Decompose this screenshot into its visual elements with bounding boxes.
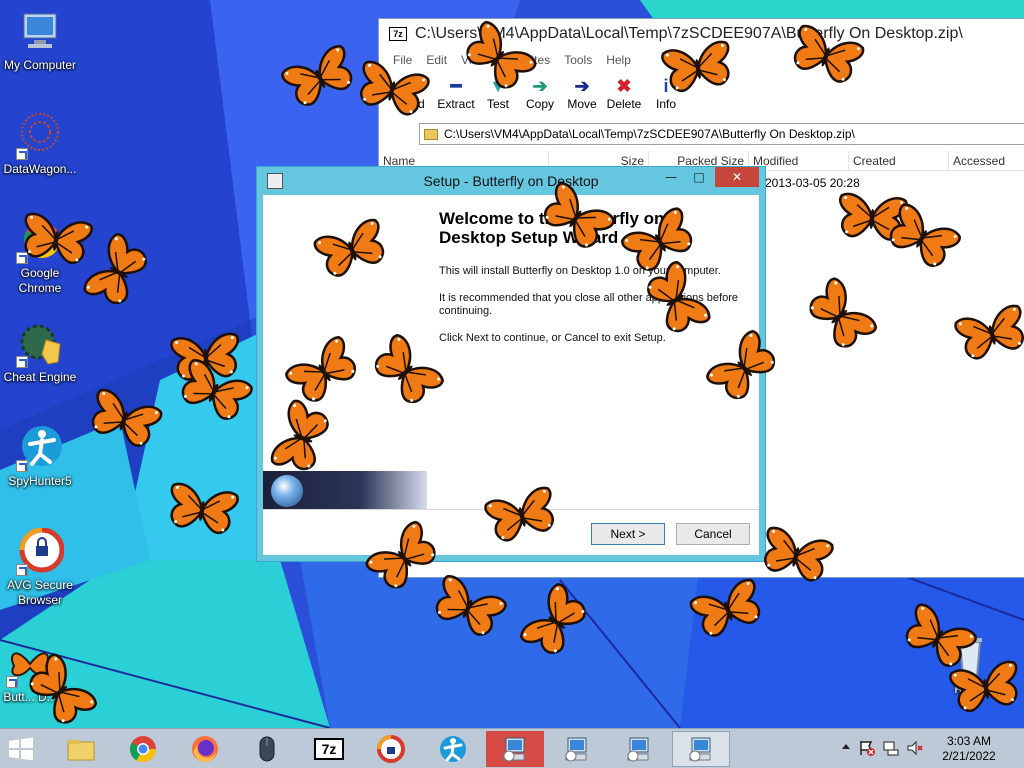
desktop-icon-avg-secure-browser[interactable]: AVG Secure Browser [0,527,80,608]
taskbar-7zip[interactable]: 7z [300,731,358,767]
folder-icon [424,128,438,140]
setup-instruction-text: Click Next to continue, or Cancel to exi… [439,332,666,344]
taskbar-setup-installer[interactable] [548,731,606,767]
setup-installer-icon [565,737,587,762]
flag-alert-icon [860,741,875,756]
shortcut-arrow-icon [16,356,28,368]
menu-edit[interactable]: Edit [426,53,447,67]
test-button-label: Test [486,97,509,111]
cancel-button[interactable]: Cancel [676,523,750,545]
avg-browser-icon [16,527,65,576]
speaker-muted-icon [907,740,923,756]
column-accessed[interactable]: Accessed [949,151,1024,170]
maximize-button[interactable]: □ [685,167,713,187]
delete-icon: ✖ [616,75,632,96]
desktop-icon-label: DataWagon... [3,162,77,176]
desktop-icon-my-computer[interactable]: My Computer [0,8,80,73]
setup-installer-icon [503,737,525,762]
setup-install-text: This will install Butterfly on Desktop 1… [439,265,721,277]
move-button-label: Move [567,97,597,111]
delete-button-label: Delete [606,97,642,111]
taskbar-setup-installer[interactable] [610,731,668,767]
menu-help[interactable]: Help [606,53,631,67]
taskbar-setup-installer-alert[interactable] [486,731,544,767]
delete-button[interactable]: ✖ Delete [603,75,645,112]
system-tray: 3:03 AM 2/21/2022 [834,729,1024,768]
taskbar-spyhunter[interactable] [424,731,482,767]
chrome-icon [129,736,157,763]
desktop-icon-spyhunter[interactable]: SpyHunter5 [0,424,80,489]
taskbar-avg-secure-browser[interactable] [362,731,420,767]
menu-tools[interactable]: Tools [564,53,592,67]
setup-title-bar[interactable]: Setup - Butterfly on Desktop — □ ✕ [257,167,765,195]
spyhunter-icon [16,424,64,472]
cheat-engine-icon [16,320,64,368]
avg-browser-icon [377,735,405,763]
computer-icon [16,8,64,56]
spyhunter-icon [440,736,466,762]
address-bar[interactable]: C:\Users\VM4\AppData\Local\Temp\7zSCDEE9… [419,123,1024,145]
action-center-icon[interactable] [858,739,876,760]
shortcut-arrow-icon [16,460,28,472]
butterfly-sprite-icon [946,654,1024,722]
7zip-app-icon: 7z [389,27,407,41]
taskbar-file-explorer[interactable] [52,731,110,767]
close-button[interactable]: ✕ [715,167,759,187]
extract-icon: ━ [450,75,462,96]
taskbar-mouse-app[interactable] [238,731,296,767]
setup-installer-icon [627,737,649,762]
address-path: C:\Users\VM4\AppData\Local\Temp\7zSCDEE9… [444,127,855,141]
desktop-icon-label: SpyHunter5 [8,474,72,488]
desktop-icon-label: My Computer [3,58,77,72]
taskbar-setup-installer-active[interactable] [672,731,730,767]
network-icon[interactable] [882,739,900,760]
mouse-icon [259,736,275,762]
chevron-up-icon [842,744,850,749]
next-button[interactable]: Next > [591,523,665,545]
setup-banner [263,471,427,509]
desktop-icon-cheat-engine[interactable]: Cheat Engine [0,320,80,385]
taskbar-chrome[interactable] [114,731,172,767]
extract-button-label: Extract [437,97,475,111]
copy-button-label: Copy [525,97,554,111]
move-icon: ➔ [574,75,590,96]
shortcut-arrow-icon [16,564,28,576]
show-hidden-icons-button[interactable] [840,741,852,753]
taskbar-clock[interactable]: 3:03 AM 2/21/2022 [934,734,1004,764]
desktop-icon-label: Cheat Engine [3,370,77,384]
shortcut-arrow-icon [16,148,28,160]
clock-date: 2/21/2022 [942,749,996,763]
extract-button[interactable]: ━ Extract [435,75,477,112]
taskbar-firefox[interactable] [176,731,234,767]
7zip-icon: 7z [314,738,344,760]
column-created[interactable]: Created [849,151,949,170]
windows-logo-icon [9,737,33,761]
windows-orb-icon [271,475,303,507]
start-button[interactable] [8,737,34,761]
desktop: My Computer DataWagon... Google Chrome C… [0,0,1024,728]
file-explorer-icon [67,740,95,761]
clock-time: 3:03 AM [946,734,992,748]
setup-installer-icon [689,737,711,762]
datawagon-icon [16,112,64,160]
desktop-icon-datawagon[interactable]: DataWagon... [0,112,80,177]
firefox-icon [192,736,218,763]
network-status-icon [883,741,899,756]
move-button[interactable]: ➔ Move [561,75,603,112]
volume-icon[interactable] [906,739,924,760]
desktop-icon-label: AVG Secure Browser [7,578,73,607]
taskbar: 7z 3:03 AM 2/21/2022 [0,728,1024,768]
minimize-button[interactable]: — [657,167,685,187]
